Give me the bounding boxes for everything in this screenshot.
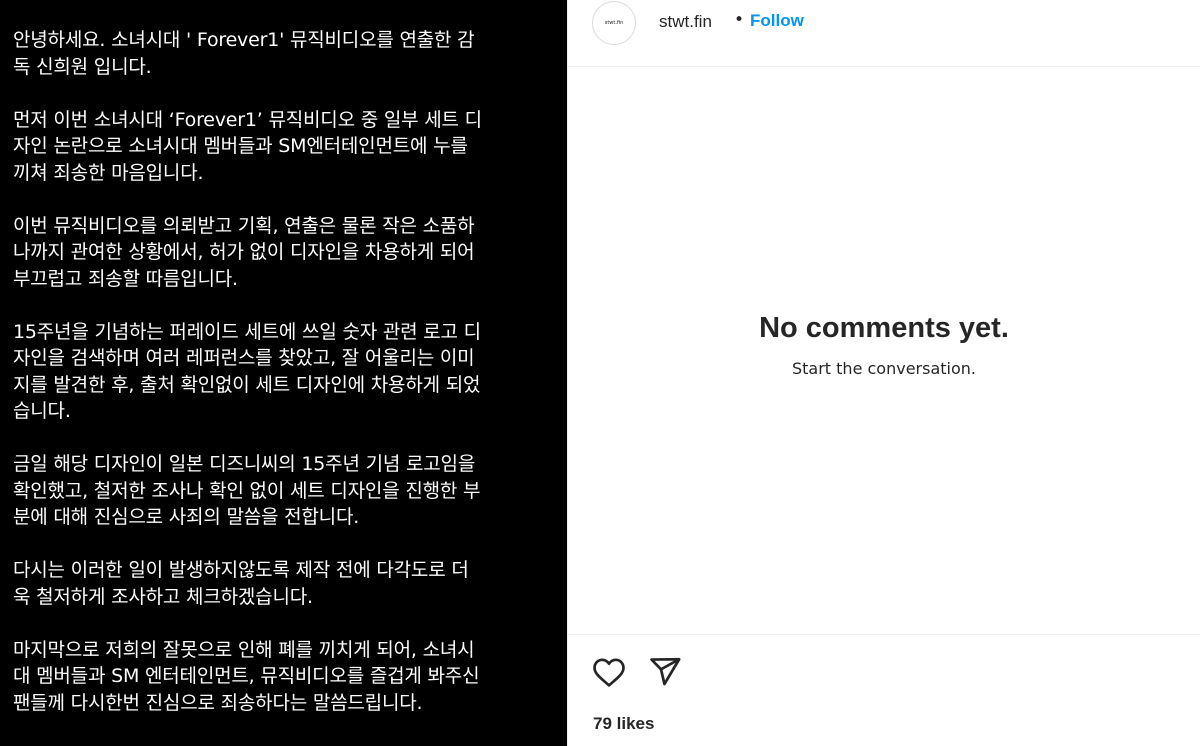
- likes-label: likes: [616, 714, 655, 733]
- avatar-logo-text: stwt.fin: [604, 20, 624, 26]
- post-image-text: 안녕하세요. 소녀시대 ' Forever1' 뮤직비디오를 연출한 감독 신희…: [13, 27, 553, 743]
- post-text-line: 확인했고, 철저한 조사나 확인 없이 세트 디자인을 진행한 부: [13, 479, 481, 502]
- heart-icon[interactable]: [592, 655, 626, 689]
- separator-dot: •: [734, 10, 745, 30]
- post-text-line: 끼쳐 죄송한 마음입니다.: [13, 161, 204, 184]
- post-paragraph: 마지막으로 저희의 잘못으로 인해 폐를 끼치게 되어, 소녀시대 멤버들과 S…: [13, 637, 553, 717]
- post-paragraph: 다시는 이러한 일이 발생하지않도록 제작 전에 다각도로 더욱 철저하게 조사…: [13, 557, 553, 610]
- post-text-line: 금일 해당 디자인이 일본 디즈니씨의 15주년 기념 로고임을: [13, 453, 476, 475]
- post-paragraph: 이번 뮤직비디오를 의뢰받고 기획, 연출은 물론 작은 소품하나까지 관여한 …: [13, 213, 553, 293]
- post-text-line: 자인을 검색하며 여러 레퍼런스를 찾았고, 잘 어울리는 이미: [13, 347, 475, 369]
- post-text-line: 다시는 이러한 일이 발생하지않도록 제작 전에 다각도로 더: [13, 559, 469, 581]
- follow-button[interactable]: Follow: [750, 11, 804, 31]
- post-text-line: 자인 논란으로 소녀시대 멤버들과 SM엔터테인먼트에 누를: [13, 135, 468, 157]
- post-paragraph: 금일 해당 디자인이 일본 디즈니씨의 15주년 기념 로고임을확인했고, 철저…: [13, 451, 553, 531]
- likes-number: 79: [593, 714, 612, 733]
- post-header: stwt.fin stwt.fin • Follow: [568, 0, 1200, 67]
- post-text-line: 팬들께 다시한번 진심으로 죄송하다는 말씀드립니다.: [13, 691, 423, 714]
- post-text-line: 부끄럽고 죄송할 따름입니다.: [13, 267, 238, 290]
- post-text-line: 먼저 이번 소녀시대 ‘Forever1’ 뮤직비디오 중 일부 세트 디: [13, 108, 482, 131]
- avatar[interactable]: stwt.fin: [592, 1, 636, 45]
- post-text-line: 나까지 관여한 상황에서, 허가 없이 디자인을 차용하게 되어: [13, 241, 475, 263]
- post-text-line: 지를 발견한 후, 출처 확인없이 세트 디자인에 차용하게 되었: [13, 373, 481, 396]
- post-text-line: 대 멤버들과 SM 엔터테인먼트, 뮤직비디오를 즐겁게 봐주신: [13, 665, 480, 687]
- post-paragraph: 먼저 이번 소녀시대 ‘Forever1’ 뮤직비디오 중 일부 세트 디자인 …: [13, 107, 553, 187]
- empty-comments-subtitle: Start the conversation.: [791, 359, 976, 378]
- post-paragraph: 15주년을 기념하는 퍼레이드 세트에 쓰일 숫자 관련 로고 디자인을 검색하…: [13, 319, 553, 425]
- post-viewer: 안녕하세요. 소녀시대 ' Forever1' 뮤직비디오를 연출한 감독 신희…: [0, 0, 1200, 746]
- post-text-line: 분에 대해 진심으로 사죄의 말씀을 전합니다.: [13, 506, 360, 528]
- post-text-line: 마지막으로 저희의 잘못으로 인해 폐를 끼치게 되어, 소녀시: [13, 638, 475, 661]
- post-paragraph: 안녕하세요. 소녀시대 ' Forever1' 뮤직비디오를 연출한 감독 신희…: [13, 27, 553, 80]
- likes-count[interactable]: 79 likes: [593, 714, 654, 734]
- paper-plane-icon[interactable]: [648, 655, 682, 689]
- post-actions: 79 likes: [568, 634, 1200, 746]
- post-image[interactable]: 안녕하세요. 소녀시대 ' Forever1' 뮤직비디오를 연출한 감독 신희…: [0, 0, 567, 746]
- comments-panel: stwt.fin stwt.fin • Follow No comments y…: [567, 0, 1200, 746]
- post-text-line: 독 신희원 입니다.: [13, 55, 152, 78]
- empty-comments-title: No comments yet.: [759, 312, 1009, 344]
- username[interactable]: stwt.fin: [659, 12, 712, 32]
- post-text-line: 욱 철저하게 조사하고 체크하겠습니다.: [13, 585, 313, 608]
- post-text-line: 습니다.: [13, 400, 71, 422]
- post-text-line: 15주년을 기념하는 퍼레이드 세트에 쓰일 숫자 관련 로고 디: [13, 320, 481, 343]
- post-text-line: 안녕하세요. 소녀시대 ' Forever1' 뮤직비디오를 연출한 감: [13, 29, 475, 51]
- empty-comments: No comments yet. Start the conversation.: [568, 312, 1200, 378]
- post-text-line: 이번 뮤직비디오를 의뢰받고 기획, 연출은 물론 작은 소품하: [13, 214, 475, 237]
